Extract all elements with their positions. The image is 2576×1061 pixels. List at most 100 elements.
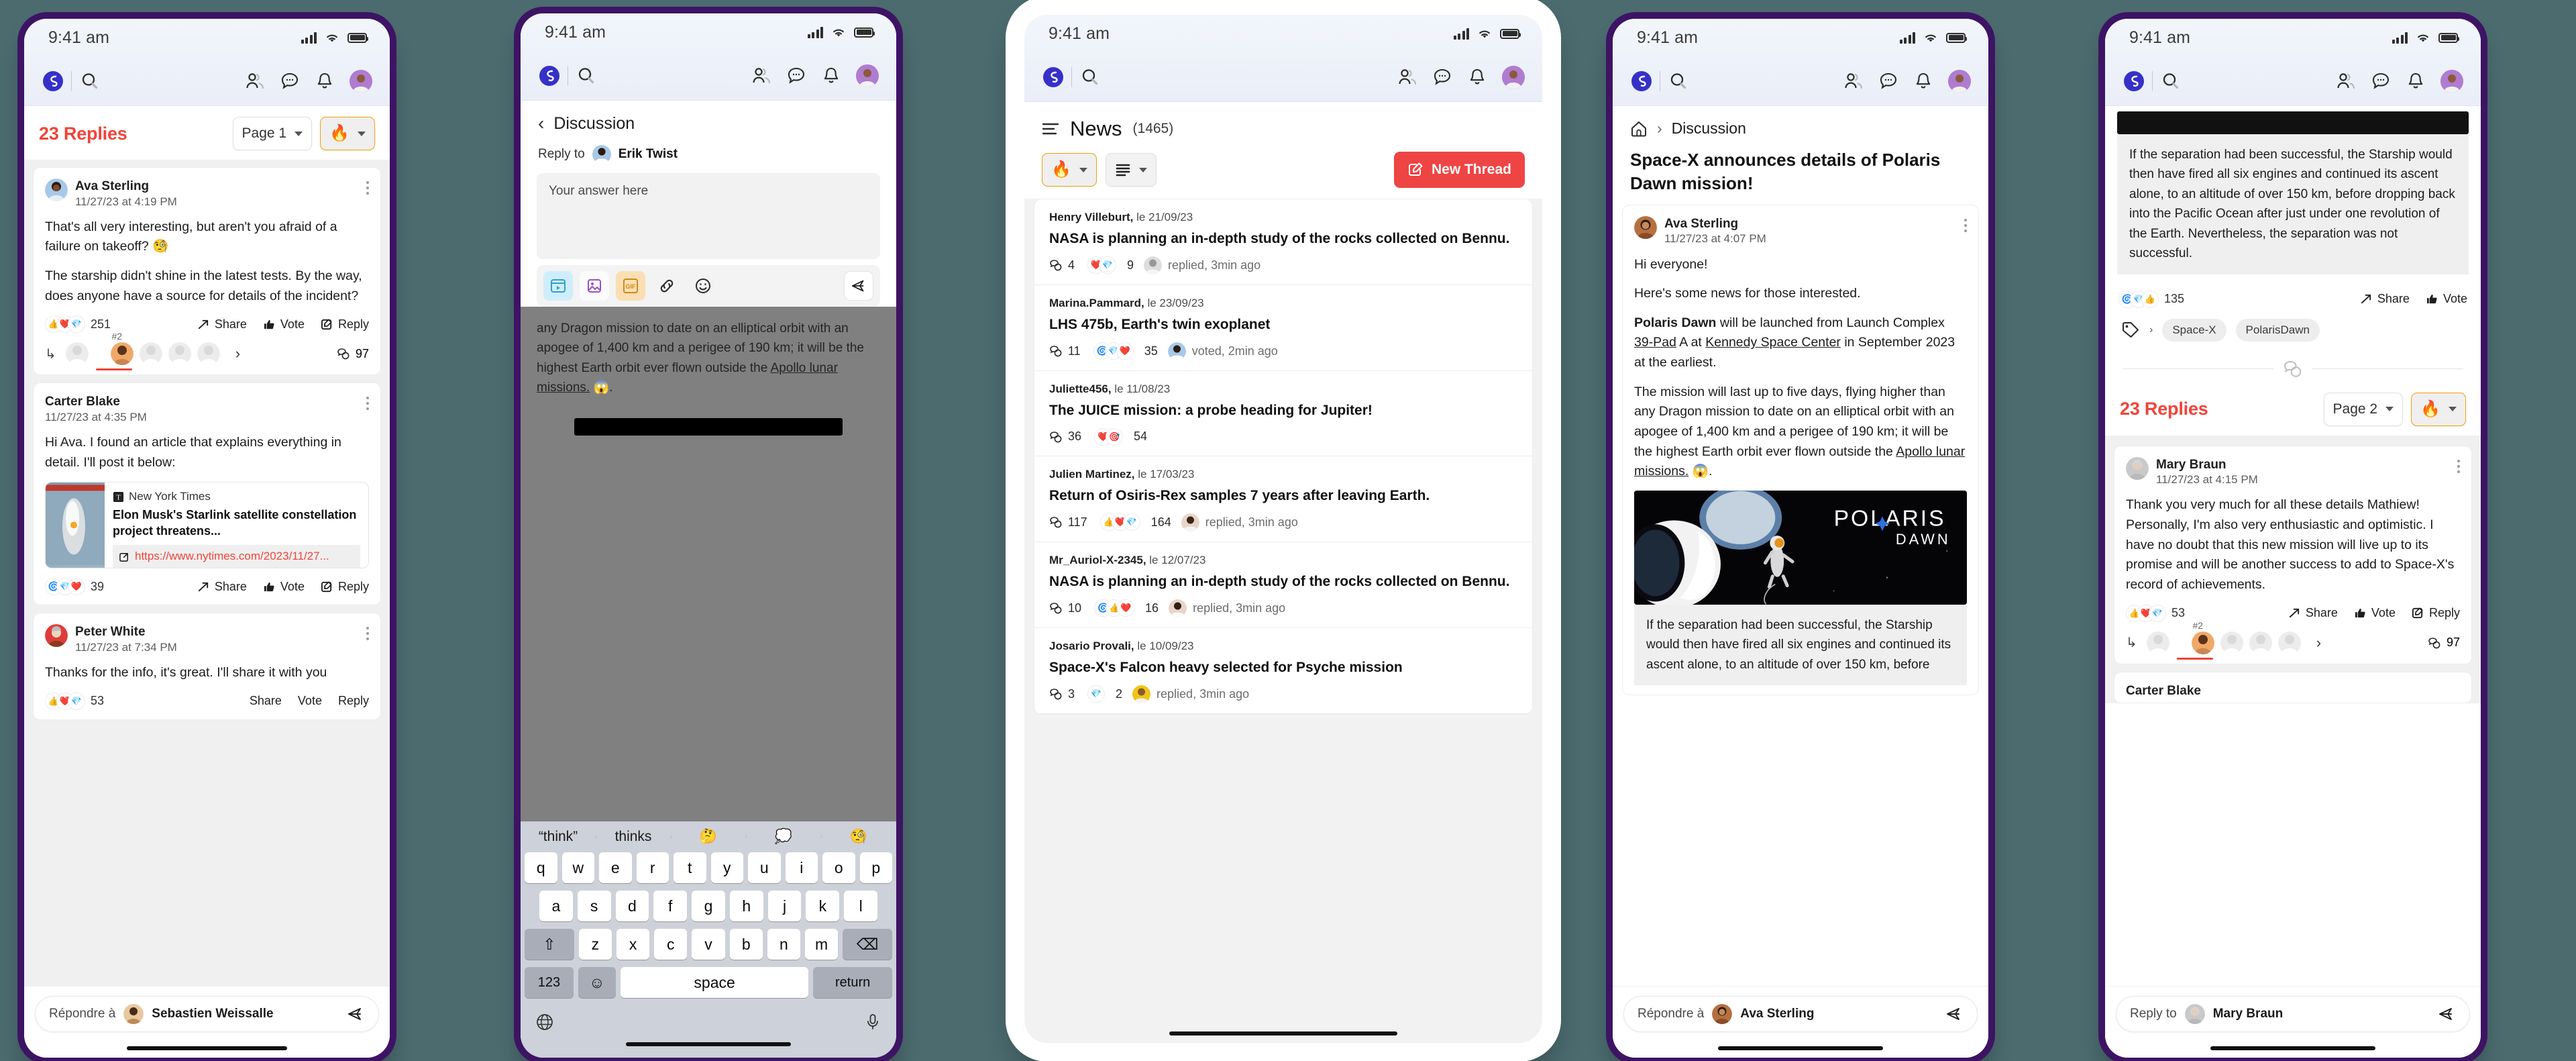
bell-icon[interactable] <box>1913 71 1933 91</box>
participant-avatar[interactable] <box>197 342 220 366</box>
key-r[interactable]: r <box>636 852 669 883</box>
backspace-icon[interactable]: ⌫ <box>843 929 893 960</box>
chat-bubble-icon[interactable] <box>786 66 806 86</box>
more-options-icon[interactable] <box>366 394 369 411</box>
chevron-right-icon[interactable]: › <box>235 345 240 362</box>
avatar[interactable] <box>1634 215 1657 239</box>
bell-icon[interactable] <box>2406 71 2426 91</box>
thread-row[interactable]: Juliette456, le 11/08/23 The JUICE missi… <box>1034 370 1532 456</box>
people-icon[interactable] <box>1843 71 1864 91</box>
avatar[interactable] <box>1502 65 1525 89</box>
view-select[interactable] <box>1105 153 1157 187</box>
participant-avatar-active[interactable] <box>2191 631 2214 654</box>
avatar[interactable] <box>45 624 68 648</box>
search-icon[interactable] <box>1080 67 1100 87</box>
emoji-icon[interactable] <box>688 271 718 301</box>
return-key[interactable]: return <box>813 967 892 998</box>
key-s[interactable]: s <box>577 891 611 921</box>
key-o[interactable]: o <box>822 852 855 883</box>
key-f[interactable]: f <box>653 891 688 921</box>
avatar[interactable] <box>2440 69 2463 93</box>
more-options-icon[interactable] <box>2457 457 2460 473</box>
vote-button[interactable]: Vote <box>263 317 305 332</box>
reaction-bubbles[interactable]: 👍 ❤️ 💎 <box>2126 604 2166 622</box>
reply-input[interactable]: Répondre à Sebastien Weissalle <box>35 996 379 1032</box>
reply-button[interactable]: Reply <box>2412 606 2460 620</box>
avatar[interactable] <box>856 64 879 87</box>
reaction-bubbles[interactable]: 💎 <box>1087 685 1106 703</box>
send-button[interactable] <box>2437 1005 2456 1023</box>
sort-select[interactable]: 🔥 <box>320 117 375 150</box>
key-m[interactable]: m <box>805 929 839 960</box>
avatar[interactable] <box>350 69 372 93</box>
reply-button[interactable]: Reply <box>321 580 369 594</box>
chevron-left-icon[interactable]: ‹ <box>538 113 544 134</box>
thread-row[interactable]: Julien Martinez, le 17/03/23 Return of O… <box>1034 456 1532 542</box>
key-c[interactable]: c <box>654 929 688 960</box>
tag-chip[interactable]: PolarisDawn <box>2235 318 2320 342</box>
avatar[interactable] <box>2126 456 2149 480</box>
reaction-bubbles[interactable]: 🌀 💎 ❤️ <box>1093 342 1134 360</box>
key-u[interactable]: u <box>748 852 781 883</box>
reply-input[interactable]: Répondre à Ava Sterling <box>1623 996 1978 1032</box>
key-v[interactable]: v <box>692 929 725 960</box>
home-icon[interactable] <box>1630 120 1648 138</box>
share-button[interactable]: Share <box>2288 606 2338 620</box>
posts-scroll[interactable]: Ava Sterling 11/27/23 at 4:19 PM That's … <box>24 160 390 986</box>
avatar[interactable] <box>1948 69 1971 93</box>
globe-icon[interactable] <box>535 1013 554 1031</box>
sort-select[interactable]: 🔥 <box>2411 392 2466 426</box>
key-x[interactable]: x <box>616 929 650 960</box>
reply-button[interactable]: Reply <box>321 317 369 332</box>
reaction-bubbles[interactable]: 🌀 💎 👍 <box>2118 290 2159 308</box>
key-p[interactable]: p <box>859 852 892 883</box>
shift-icon[interactable]: ⇧ <box>525 929 574 960</box>
suggestion[interactable]: 💭 <box>746 829 821 845</box>
numbers-key[interactable]: 123 <box>525 967 574 998</box>
microphone-icon[interactable] <box>864 1013 881 1031</box>
page-select[interactable]: Page 1 <box>232 117 313 150</box>
suggestion[interactable]: thinks <box>596 829 671 845</box>
emoji-keyboard-icon[interactable]: ☺ <box>578 967 616 998</box>
chat-bubble-icon[interactable] <box>280 71 300 91</box>
share-button[interactable]: Share <box>250 694 282 708</box>
key-i[interactable]: i <box>785 852 818 883</box>
key-w[interactable]: w <box>561 852 594 883</box>
people-icon[interactable] <box>245 71 265 91</box>
thread-row[interactable]: Mr_Auriol-X-2345, le 12/07/23 NASA is pl… <box>1034 542 1532 628</box>
participant-avatar[interactable] <box>168 342 191 366</box>
inline-link[interactable]: Kennedy Space Center <box>1705 335 1841 350</box>
share-button[interactable]: Share <box>2360 292 2410 306</box>
more-options-icon[interactable] <box>366 624 369 641</box>
people-icon[interactable] <box>2336 71 2356 91</box>
bell-icon[interactable] <box>1467 67 1487 87</box>
key-z[interactable]: z <box>578 929 612 960</box>
people-icon[interactable] <box>751 66 771 86</box>
search-icon[interactable] <box>576 66 596 86</box>
new-thread-button[interactable]: New Thread <box>1393 152 1525 188</box>
key-q[interactable]: q <box>525 852 557 883</box>
page-select[interactable]: Page 2 <box>2323 392 2404 426</box>
key-t[interactable]: t <box>674 852 706 883</box>
link-url[interactable]: https://www.nytimes.com/2023/11/27... <box>113 545 360 568</box>
chat-bubble-icon[interactable] <box>1878 71 1898 91</box>
participant-avatar[interactable] <box>2220 631 2243 654</box>
participant-avatar[interactable] <box>139 342 162 366</box>
video-icon[interactable] <box>543 271 573 301</box>
chat-bubble-icon[interactable] <box>2371 71 2391 91</box>
key-g[interactable]: g <box>692 891 725 921</box>
key-e[interactable]: e <box>599 852 632 883</box>
suggestion[interactable]: 🤔 <box>671 829 746 845</box>
spiral-logo-icon[interactable] <box>2123 70 2145 93</box>
search-icon[interactable] <box>80 71 100 91</box>
key-b[interactable]: b <box>729 929 763 960</box>
spiral-logo-icon[interactable] <box>1042 66 1065 89</box>
key-d[interactable]: d <box>615 891 649 921</box>
reaction-bubbles[interactable]: 👍 ❤️ 💎 <box>45 315 85 334</box>
gif-icon[interactable]: GIF <box>616 271 645 301</box>
inline-link[interactable]: 39-Pad <box>1634 335 1676 350</box>
share-button[interactable]: Share <box>197 580 247 594</box>
space-key[interactable]: space <box>620 967 809 998</box>
threads-scroll[interactable]: Henry Villeburt, le 21/09/23 NASA is pla… <box>1024 199 1542 1024</box>
bell-icon[interactable] <box>315 71 335 91</box>
